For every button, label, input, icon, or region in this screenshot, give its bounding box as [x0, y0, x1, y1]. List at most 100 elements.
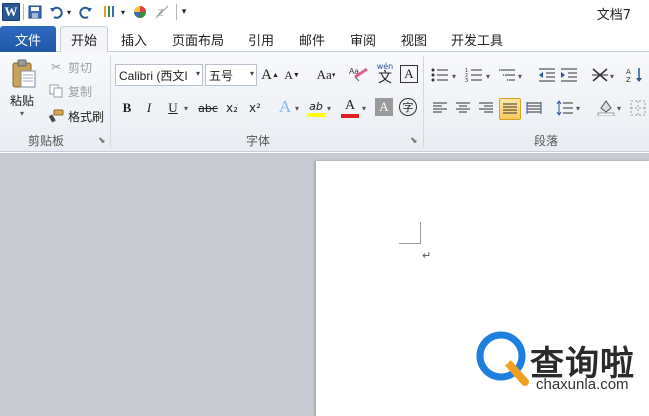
- qat-customize-arrow[interactable]: ▾: [180, 3, 188, 21]
- watermark-logo-icon: [475, 330, 531, 386]
- clipboard-group-label: 剪贴板: [28, 134, 65, 148]
- line-spacing-dropdown-icon[interactable]: ▾: [576, 104, 580, 113]
- customize-icon[interactable]: [100, 3, 118, 21]
- font-group-label: 字体: [246, 134, 271, 148]
- enclose-char-button[interactable]: 字: [399, 98, 417, 116]
- italic-button[interactable]: I: [139, 98, 159, 118]
- font-name-value: Calibri (西文I: [119, 68, 188, 83]
- watermark-url: chaxunla.com: [536, 376, 629, 393]
- svg-text:Z: Z: [626, 76, 631, 83]
- word-app-icon[interactable]: W: [2, 3, 20, 21]
- tab-page-layout[interactable]: 页面布局: [166, 26, 230, 52]
- font-size-value: 五号: [209, 68, 234, 83]
- tab-references[interactable]: 引用: [241, 26, 281, 52]
- underline-dropdown-icon[interactable]: ▾: [184, 104, 188, 113]
- subscript-button[interactable]: x₂: [222, 98, 242, 118]
- font-color-button[interactable]: A: [340, 96, 360, 120]
- font-launcher-icon[interactable]: ⬊: [410, 136, 418, 146]
- font-name-dropdown-icon: ▾: [195, 69, 200, 78]
- char-shading-button[interactable]: A: [375, 98, 393, 116]
- bullets-dropdown-icon[interactable]: ▾: [452, 72, 456, 81]
- distributed-align-icon[interactable]: [524, 98, 544, 118]
- phonetic-char: 文: [378, 70, 392, 86]
- svg-text:A: A: [626, 68, 631, 76]
- format-painter-icon: [48, 108, 64, 124]
- tab-insert[interactable]: 插入: [114, 26, 154, 52]
- no-format-icon[interactable]: Z: [154, 3, 170, 21]
- multilevel-dropdown-icon[interactable]: ▾: [518, 72, 522, 81]
- underline-button[interactable]: U: [163, 98, 183, 118]
- ribbon-home: 粘贴 ▾ ✂ 剪切 复制 格式刷 剪贴板 ⬊ Calibri (西文I ▾ 五号…: [0, 52, 649, 152]
- change-case-glyph: Aa: [316, 67, 332, 82]
- paste-icon[interactable]: [10, 58, 38, 90]
- tab-view[interactable]: 视图: [394, 26, 434, 52]
- font-color-dropdown-icon[interactable]: ▾: [362, 104, 366, 113]
- margin-corner-mark: [399, 222, 421, 244]
- clear-format-icon[interactable]: Aa: [348, 64, 370, 84]
- document-title: 文档7: [596, 8, 631, 23]
- shading-dropdown-icon[interactable]: ▾: [617, 104, 621, 113]
- shading-icon[interactable]: [596, 97, 616, 117]
- bold-button[interactable]: B: [117, 98, 137, 118]
- highlight-button[interactable]: ab: [306, 96, 326, 120]
- increase-indent-icon[interactable]: [559, 65, 579, 85]
- save-icon[interactable]: [27, 3, 43, 21]
- chinese-layout-dropdown-icon[interactable]: ▾: [610, 72, 614, 81]
- cut-button[interactable]: ✂ 剪切: [48, 58, 92, 76]
- multilevel-list-icon[interactable]: [498, 65, 518, 85]
- numbering-icon[interactable]: 123: [464, 65, 484, 85]
- align-right-icon[interactable]: [476, 98, 496, 118]
- quick-access-toolbar: W ▾ ▾ Z ▾ 文档7: [0, 0, 649, 24]
- copy-icon: [48, 83, 64, 99]
- redo-icon[interactable]: [78, 3, 94, 21]
- copy-button[interactable]: 复制: [48, 82, 92, 100]
- numbering-dropdown-icon[interactable]: ▾: [486, 72, 490, 81]
- tab-home[interactable]: 开始: [60, 26, 108, 53]
- qat-separator: [176, 4, 177, 20]
- cut-label: 剪切: [68, 60, 93, 75]
- align-center-icon[interactable]: [453, 98, 473, 118]
- superscript-button[interactable]: x²: [245, 98, 265, 118]
- sort-icon[interactable]: AZ: [625, 65, 645, 85]
- ribbon-tab-row: 文件 开始 插入 页面布局 引用 邮件 审阅 视图 开发工具: [0, 24, 649, 53]
- undo-dropdown-icon[interactable]: ▾: [65, 3, 73, 21]
- chinese-layout-icon[interactable]: [590, 65, 610, 85]
- highlight-glyph: ab: [309, 99, 323, 113]
- clipboard-launcher-icon[interactable]: ⬊: [98, 136, 106, 146]
- justify-icon[interactable]: [499, 98, 521, 120]
- customize-dropdown-icon[interactable]: ▾: [119, 3, 127, 21]
- text-effect-dropdown-icon[interactable]: ▾: [295, 104, 299, 113]
- change-case-button[interactable]: Aa ▾: [313, 65, 339, 85]
- color-wheel-icon[interactable]: [132, 3, 148, 21]
- grow-font-button[interactable]: A ▲: [260, 65, 280, 85]
- shrink-font-button[interactable]: A ▼: [282, 65, 302, 85]
- paragraph-mark: ↵: [422, 249, 432, 262]
- paste-button[interactable]: 粘贴: [10, 92, 34, 109]
- group-separator: [423, 56, 424, 148]
- tab-developer[interactable]: 开发工具: [445, 26, 509, 52]
- font-name-combo[interactable]: Calibri (西文I ▾: [115, 64, 203, 86]
- phonetic-guide-button[interactable]: wén 文: [374, 62, 396, 86]
- line-spacing-icon[interactable]: [555, 98, 575, 118]
- shrink-font-glyph: A: [284, 67, 293, 82]
- align-left-icon[interactable]: [430, 98, 450, 118]
- borders-icon[interactable]: [628, 98, 648, 118]
- undo-icon[interactable]: [48, 3, 64, 21]
- paste-dropdown-icon[interactable]: ▾: [20, 109, 24, 118]
- bullets-icon[interactable]: [430, 65, 450, 85]
- group-separator: [110, 56, 111, 148]
- strikethrough-button[interactable]: abc: [196, 98, 220, 118]
- font-size-combo[interactable]: 五号 ▾: [205, 64, 257, 86]
- tab-review[interactable]: 审阅: [343, 26, 383, 52]
- copy-label: 复制: [68, 84, 93, 99]
- decrease-indent-icon[interactable]: [537, 65, 557, 85]
- char-border-button[interactable]: A: [400, 65, 418, 83]
- tab-file[interactable]: 文件: [0, 26, 56, 52]
- format-painter-label: 格式刷: [68, 109, 105, 124]
- highlight-dropdown-icon[interactable]: ▾: [327, 104, 331, 113]
- tab-mailings[interactable]: 邮件: [292, 26, 332, 52]
- grow-font-glyph: A: [261, 66, 272, 83]
- font-color-glyph: A: [344, 98, 356, 113]
- format-painter-button[interactable]: 格式刷: [48, 107, 104, 125]
- text-effect-button[interactable]: A: [275, 97, 295, 117]
